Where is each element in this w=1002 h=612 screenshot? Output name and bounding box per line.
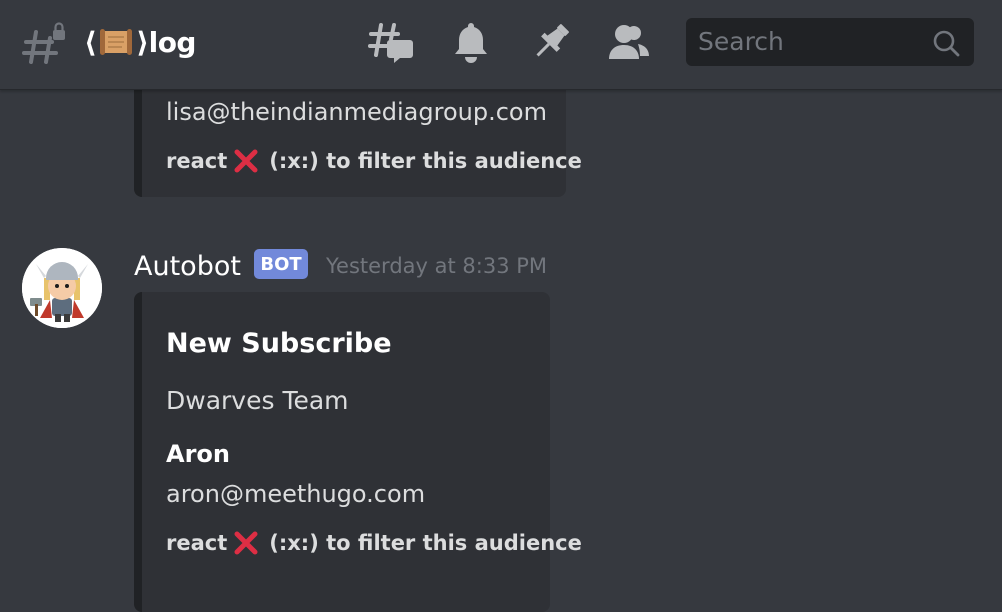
subscriber-name: Aron	[166, 440, 230, 468]
search-icon[interactable]	[932, 29, 960, 57]
channel-header: ⟨ ⟩log Search	[0, 0, 1002, 90]
message-timestamp: Yesterday at 8:33 PM	[326, 254, 548, 278]
thor-avatar-icon	[22, 248, 102, 328]
threads-icon[interactable]	[368, 19, 414, 65]
react-suffix: (:x:) to filter this audience	[269, 531, 582, 555]
avatar[interactable]	[22, 248, 102, 328]
react-instruction: react (:x:) to filter this audience	[166, 530, 582, 556]
message-author[interactable]: Autobot	[134, 248, 241, 284]
react-prefix: react	[166, 149, 228, 173]
message-embed: New Subscribe Dwarves Team Aron aron@mee…	[134, 292, 582, 612]
subscriber-email: aron@meethugo.com	[166, 480, 426, 508]
embed-title: New Subscribe	[166, 328, 392, 359]
channel-name: ⟨ ⟩log	[84, 20, 196, 64]
channel-name-prefix: ⟨	[84, 25, 97, 59]
hashtag-lock-icon	[22, 22, 65, 64]
channel-name-suffix: ⟩log	[136, 25, 196, 59]
members-icon[interactable]	[606, 19, 652, 65]
react-prefix: react	[166, 531, 228, 555]
x-emoji-icon	[234, 149, 258, 173]
pin-icon[interactable]	[528, 19, 574, 65]
search-input[interactable]: Search	[686, 18, 974, 66]
x-emoji-icon	[234, 531, 258, 555]
subscriber-email: lisa@theindianmediagroup.com	[166, 98, 547, 126]
bot-badge: BOT	[254, 249, 308, 279]
embed-description: Dwarves Team	[166, 386, 349, 415]
react-suffix: (:x:) to filter this audience	[269, 149, 582, 173]
message-list: lisa@theindianmediagroup.com react (:x:)…	[0, 50, 1002, 612]
react-instruction: react (:x:) to filter this audience	[166, 148, 582, 174]
bell-icon[interactable]	[448, 19, 494, 65]
search-placeholder: Search	[698, 27, 784, 56]
scroll-icon	[100, 29, 133, 55]
